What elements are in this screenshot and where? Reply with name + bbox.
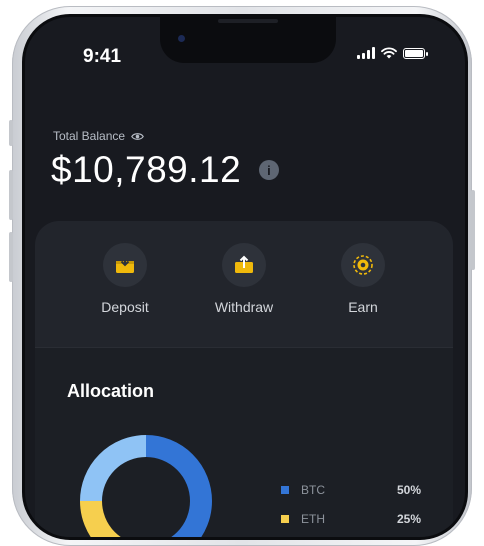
status-time: 9:41 <box>83 46 122 67</box>
cellular-signal-icon <box>357 47 375 59</box>
withdraw-button[interactable]: Withdraw <box>194 243 294 315</box>
legend-swatch-btc <box>281 486 289 494</box>
volume-down-button <box>9 232 13 282</box>
donut-slice-btc <box>145 435 212 537</box>
silent-switch <box>9 120 13 146</box>
camera <box>178 35 185 42</box>
allocation-title: Allocation <box>67 381 155 401</box>
legend-item-btc: BTC 50% <box>281 483 421 497</box>
legend-name-btc: BTC <box>301 483 325 497</box>
volume-up-button <box>9 170 13 220</box>
status-icons <box>357 47 428 59</box>
total-balance-value: $10,789.12 i <box>51 149 280 191</box>
battery-icon <box>403 47 428 59</box>
deposit-label: Deposit <box>101 299 149 315</box>
total-balance-label-text: Total Balance <box>53 129 126 143</box>
legend-percent-btc: 50% <box>396 483 421 497</box>
allocation-donut-chart <box>80 435 212 537</box>
earn-icon <box>341 243 385 287</box>
withdraw-label: Withdraw <box>214 299 274 315</box>
balance-amount: $10,789.12 <box>51 149 242 190</box>
earn-label: Earn <box>348 299 378 315</box>
legend-swatch-eth <box>281 515 289 523</box>
legend-name-eth: ETH <box>301 512 325 526</box>
wifi-icon <box>381 47 397 59</box>
earn-button[interactable]: Earn <box>313 243 413 315</box>
app-screen: 9:41 Total Balance $10,789.12 i Deposit … <box>22 14 468 540</box>
notch <box>160 17 336 63</box>
total-balance-label: Total Balance <box>53 129 144 143</box>
legend-item-eth: ETH 25% <box>281 512 421 526</box>
power-button <box>471 190 475 270</box>
actions-card: Deposit Withdraw Earn <box>35 221 453 347</box>
speaker <box>218 19 278 23</box>
donut-slice-other <box>80 435 147 502</box>
deposit-icon <box>103 243 147 287</box>
deposit-button[interactable]: Deposit <box>75 243 175 315</box>
eye-icon[interactable] <box>131 132 144 141</box>
info-icon[interactable]: i <box>259 160 280 180</box>
withdraw-icon <box>222 243 266 287</box>
donut-slice-eth <box>80 500 121 537</box>
allocation-card: Allocation BTC 50% ETH 25% <box>35 347 453 537</box>
legend-percent-eth: 25% <box>396 512 421 526</box>
